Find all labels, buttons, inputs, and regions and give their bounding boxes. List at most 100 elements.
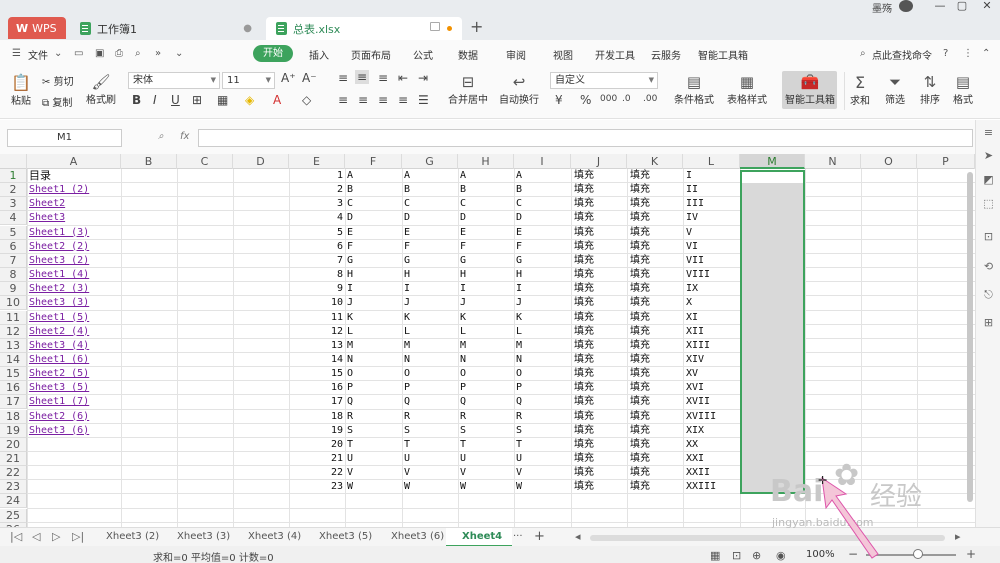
zoom-in-icon[interactable]: +: [966, 547, 976, 561]
cell-letter[interactable]: G: [347, 254, 399, 268]
cell-letter[interactable]: V: [404, 466, 456, 480]
cell-letter[interactable]: B: [460, 183, 512, 197]
thousands-icon[interactable]: 000: [600, 94, 617, 104]
sort-button[interactable]: ⇅ 排序: [917, 73, 943, 106]
cell-fill[interactable]: 填充: [574, 452, 626, 466]
cell-fill[interactable]: 填充: [574, 311, 626, 325]
cell-letter[interactable]: O: [460, 367, 512, 381]
zoom-icon[interactable]: ⌕: [158, 131, 164, 142]
row-header[interactable]: 4: [0, 211, 27, 226]
cell-letter[interactable]: M: [347, 339, 399, 353]
maximize-icon[interactable]: ▢: [955, 0, 969, 12]
folder-icon[interactable]: ▭: [74, 48, 83, 59]
row-header[interactable]: 9: [0, 282, 27, 297]
row-header[interactable]: 8: [0, 268, 27, 283]
row-header[interactable]: 16: [0, 381, 27, 396]
cell-number[interactable]: 7: [289, 254, 343, 268]
cell-fill[interactable]: 填充: [630, 325, 682, 339]
row-header[interactable]: 2: [0, 183, 27, 198]
cell-letter[interactable]: D: [404, 211, 456, 225]
prev-sheet-icon[interactable]: ◁: [32, 530, 40, 543]
sum-button[interactable]: Σ 求和: [848, 73, 872, 107]
cell-letter[interactable]: U: [404, 452, 456, 466]
percent-button[interactable]: %: [580, 93, 591, 107]
cell-letter[interactable]: A: [516, 169, 568, 183]
next-sheet-icon[interactable]: ▷: [52, 530, 60, 543]
customize-icon[interactable]: ⌄: [175, 48, 183, 59]
cell-fill[interactable]: 填充: [574, 395, 626, 409]
sheet-link[interactable]: Sheet1 (4): [29, 268, 121, 282]
menu-smart-toolbox[interactable]: 智能工具箱: [698, 47, 748, 62]
increase-decimal-icon[interactable]: .0: [622, 94, 631, 104]
menu-file[interactable]: 文件: [28, 47, 48, 62]
cell-number[interactable]: 1: [289, 169, 343, 183]
cell-letter[interactable]: W: [460, 480, 512, 494]
col-header-b[interactable]: B: [121, 154, 177, 169]
conditional-format-button[interactable]: ▤ 条件格式: [671, 73, 717, 106]
menu-review[interactable]: 审阅: [506, 47, 526, 62]
cell-fill[interactable]: 填充: [630, 169, 682, 183]
cell-fill[interactable]: 填充: [574, 381, 626, 395]
cell-letter[interactable]: R: [460, 410, 512, 424]
menu-start[interactable]: 开始: [253, 45, 293, 62]
cell-letter[interactable]: D: [460, 211, 512, 225]
cell-roman[interactable]: XII: [686, 325, 740, 339]
cell-letter[interactable]: M: [516, 339, 568, 353]
cell-letter[interactable]: M: [460, 339, 512, 353]
cell-fill[interactable]: 填充: [574, 325, 626, 339]
sheet-link[interactable]: Sheet2 (4): [29, 325, 121, 339]
row-header[interactable]: 14: [0, 352, 27, 367]
col-header-i[interactable]: I: [514, 154, 571, 169]
sheet-tab[interactable]: Xheet3 (3): [177, 531, 230, 542]
cell-fill[interactable]: 填充: [630, 311, 682, 325]
cell-letter[interactable]: I: [516, 282, 568, 296]
number-format-select[interactable]: 自定义 ▼: [550, 72, 658, 89]
sheet-link[interactable]: Sheet3 (4): [29, 339, 121, 353]
cell-number[interactable]: 22: [289, 466, 343, 480]
decrease-font-icon[interactable]: A⁻: [302, 71, 317, 85]
smart-toolbox-content[interactable]: 🧰 智能工具箱: [785, 73, 835, 106]
last-sheet-icon[interactable]: ▷|: [72, 530, 84, 543]
cell-letter[interactable]: G: [516, 254, 568, 268]
row-header[interactable]: 7: [0, 253, 27, 268]
sheet-link[interactable]: Sheet3: [29, 211, 121, 225]
cell-number[interactable]: 11: [289, 311, 343, 325]
row-header[interactable]: 25: [0, 508, 27, 523]
more-options-icon[interactable]: ⋮: [963, 48, 973, 59]
cell-fill[interactable]: 填充: [574, 282, 626, 296]
screen-icon[interactable]: [430, 22, 440, 31]
cell-roman[interactable]: VII: [686, 254, 740, 268]
page-layout-icon[interactable]: ⊡: [732, 549, 741, 562]
cell-fill[interactable]: 填充: [630, 183, 682, 197]
row-header[interactable]: 18: [0, 409, 27, 424]
fill-color-icon[interactable]: ◈: [245, 93, 254, 107]
row-header[interactable]: 13: [0, 338, 27, 353]
cell-fill[interactable]: 填充: [630, 226, 682, 240]
search-icon[interactable]: ⌕: [860, 48, 866, 59]
sheet-link[interactable]: Sheet3 (5): [29, 381, 121, 395]
row-header[interactable]: 15: [0, 367, 27, 382]
cursor-icon[interactable]: ➤: [982, 149, 995, 162]
cell-roman[interactable]: IX: [686, 282, 740, 296]
row-header[interactable]: 23: [0, 480, 27, 495]
cell-fill[interactable]: 填充: [630, 211, 682, 225]
cell-fill[interactable]: 填充: [574, 226, 626, 240]
font-name-select[interactable]: 宋体 ▼: [128, 72, 220, 89]
row-header[interactable]: 10: [0, 296, 27, 311]
cell-letter[interactable]: V: [460, 466, 512, 480]
row-header[interactable]: 20: [0, 437, 27, 452]
cell-roman[interactable]: XIV: [686, 353, 740, 367]
cell-fill[interactable]: 填充: [630, 438, 682, 452]
underline-button[interactable]: U: [171, 93, 180, 107]
cell-letter[interactable]: Q: [460, 395, 512, 409]
cell-letter[interactable]: E: [460, 226, 512, 240]
cell-letter[interactable]: S: [347, 424, 399, 438]
cell-letter[interactable]: J: [347, 296, 399, 310]
cell-letter[interactable]: Q: [516, 395, 568, 409]
help-icon[interactable]: ?: [943, 48, 948, 59]
cell-roman[interactable]: XIII: [686, 339, 740, 353]
collapse-ribbon-icon[interactable]: ⌃: [982, 48, 990, 59]
col-header-g[interactable]: G: [402, 154, 458, 169]
align-right-icon[interactable]: ≡: [378, 93, 388, 107]
justify-icon[interactable]: ≡: [398, 93, 408, 107]
